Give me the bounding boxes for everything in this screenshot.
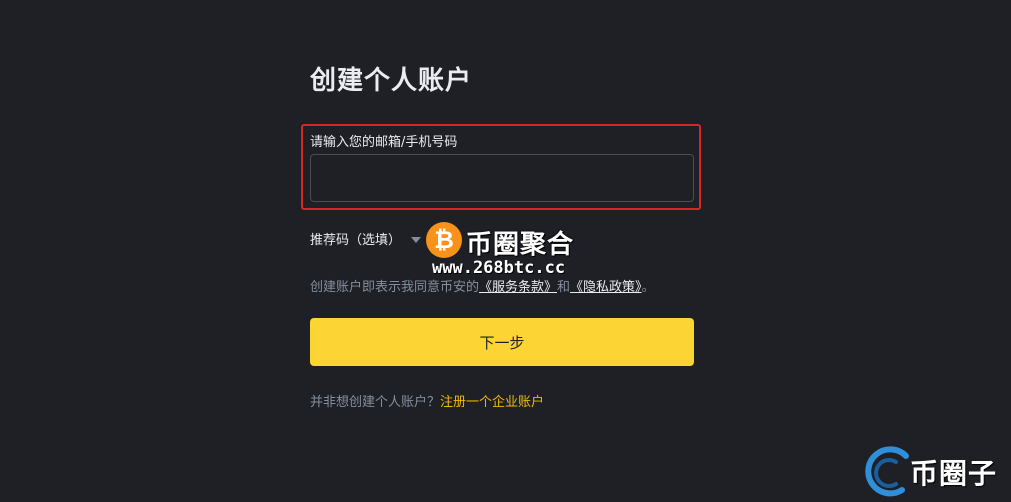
terms-prefix: 创建账户即表示我同意币安的 [310,280,480,295]
next-button[interactable]: 下一步 [310,318,694,366]
register-business-link[interactable]: 注册一个企业账户 [440,395,544,410]
watermark-corner: 币圈子 [862,440,1011,502]
terms-and: 和 [557,280,571,295]
caret-down-icon [411,236,422,243]
footer-line: 并非想创建个人账户？注册一个企业账户 [310,391,544,410]
watermark-url: www.268btc.cc [432,258,566,278]
privacy-policy-link[interactable]: 《隐私政策》 [570,280,642,295]
bitcoin-icon: ₿ [426,222,462,258]
page-title: 创建个人账户 [310,66,473,96]
email-phone-input[interactable] [310,154,694,202]
footer-prompt: 并非想创建个人账户？ [310,395,441,410]
account-field-label: 请输入您的邮箱/手机号码 [310,135,458,150]
watermark-corner-text: 币圈子 [910,457,998,490]
watermark-title: 币圈聚合 [466,230,575,260]
watermark-center: ₿ 币圈聚合 www.268btc.cc [426,222,596,280]
terms-of-service-link[interactable]: 《服务条款》 [479,280,557,295]
referral-code-label: 推荐码（选填） [310,233,402,248]
terms-suffix: 。 [641,280,655,295]
swirl-logo-icon [865,446,909,497]
referral-code-toggle[interactable]: 推荐码（选填） [310,229,422,248]
